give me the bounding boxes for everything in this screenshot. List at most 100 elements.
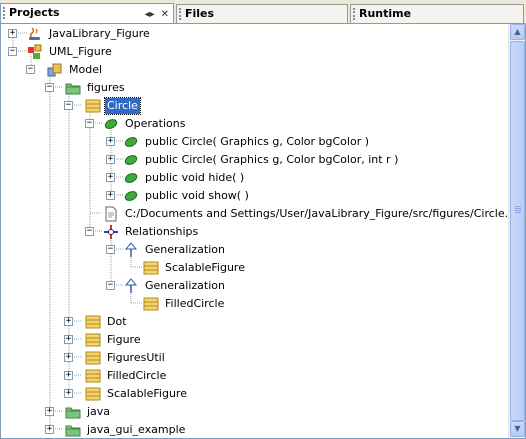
tree-node-label: public Circle( Graphics g, Color bgColor…	[145, 135, 370, 148]
tree-expander-icon[interactable]: +	[64, 353, 73, 362]
tab-files[interactable]: Files	[176, 4, 348, 23]
operation-icon	[123, 188, 139, 204]
tree-node[interactable]: public void hide( )	[123, 169, 246, 187]
java-project-icon	[27, 26, 43, 42]
operation-icon	[123, 152, 139, 168]
tree-node-label: Generalization	[145, 279, 225, 292]
tree-expander-icon[interactable]: −	[45, 83, 54, 92]
tree-node[interactable]: FilledCircle	[143, 295, 226, 313]
uml-project-icon	[27, 44, 43, 60]
scroll-up-button[interactable]: ▲	[510, 24, 525, 40]
tree-node-label: ScalableFigure	[107, 387, 187, 400]
class-icon	[143, 260, 159, 276]
scroll-thumb[interactable]	[510, 41, 525, 421]
tree-expander-icon[interactable]: +	[64, 371, 73, 380]
operation-icon	[123, 134, 139, 150]
relationships-icon	[103, 224, 119, 240]
package-icon	[65, 404, 81, 420]
operations-icon	[103, 116, 119, 132]
tree-expander-icon[interactable]: −	[85, 119, 94, 128]
tree-node[interactable]: JavaLibrary_Figure	[27, 25, 152, 43]
class-icon	[85, 350, 101, 366]
tree-expander-icon[interactable]: +	[106, 155, 115, 164]
tree-expander-icon[interactable]: +	[64, 335, 73, 344]
tree-node[interactable]: public void show( )	[123, 187, 251, 205]
tree-node[interactable]: FilledCircle	[85, 367, 168, 385]
tree-node-label: public void hide( )	[145, 171, 245, 184]
tree-expander-icon[interactable]: +	[64, 389, 73, 398]
operation-icon	[123, 170, 139, 186]
tree-node-label: FiguresUtil	[107, 351, 165, 364]
class-icon	[85, 386, 101, 402]
tree-node-label: Operations	[125, 117, 186, 130]
tree-node[interactable]: UML_Figure	[27, 43, 114, 61]
tab-runtime[interactable]: Runtime	[350, 4, 524, 23]
vertical-scrollbar[interactable]: ▲ ▼	[508, 24, 525, 438]
tree-expander-icon[interactable]: +	[106, 173, 115, 182]
tree-node[interactable]: Model	[47, 61, 104, 79]
tree-node[interactable]: Circle	[85, 97, 141, 115]
minimize-icon[interactable]: ◂▸	[145, 6, 155, 23]
tree-expander-icon[interactable]: +	[45, 425, 54, 434]
tab-bar: Projects ◂▸ ✕ Files Runtime	[0, 0, 526, 24]
tree-node[interactable]: Generalization	[123, 241, 227, 259]
tree-node[interactable]: C:/Documents and Settings/User/JavaLibra…	[103, 205, 525, 223]
tab-projects-label: Projects	[9, 6, 60, 19]
package-icon	[65, 422, 81, 438]
tree-node-label: Circle	[104, 97, 141, 115]
tree-node[interactable]: FiguresUtil	[85, 349, 167, 367]
tree-expander-icon[interactable]: −	[8, 47, 17, 56]
tree-expander-icon[interactable]: +	[64, 317, 73, 326]
class-icon	[85, 332, 101, 348]
tree-node-label: Figure	[107, 333, 141, 346]
generalization-icon	[123, 242, 139, 258]
class-icon	[85, 368, 101, 384]
tree-node-label: Generalization	[145, 243, 225, 256]
tree-node[interactable]: figures	[65, 79, 127, 97]
package-icon	[65, 80, 81, 96]
tree-node[interactable]: ScalableFigure	[143, 259, 247, 277]
close-icon[interactable]: ✕	[161, 6, 169, 23]
tree-expander-icon[interactable]: −	[85, 227, 94, 236]
scroll-down-button[interactable]: ▼	[510, 421, 525, 437]
tree-expander-icon[interactable]: +	[8, 29, 17, 38]
tree-node[interactable]: ScalableFigure	[85, 385, 189, 403]
tree-node[interactable]: Figure	[85, 331, 143, 349]
tree-node-label: figures	[87, 81, 125, 94]
tree-node-label: public Circle( Graphics g, Color bgColor…	[145, 153, 399, 166]
tree-node[interactable]: public Circle( Graphics g, Color bgColor…	[123, 151, 400, 169]
model-icon	[47, 62, 63, 78]
tree-node-label: Dot	[107, 315, 127, 328]
tree-node-label: Relationships	[125, 225, 199, 238]
tree-node-label: public void show( )	[145, 189, 249, 202]
tree-node-label: java_gui_example	[87, 423, 186, 436]
tab-files-label: Files	[185, 7, 215, 20]
tree-node[interactable]: java	[65, 403, 112, 421]
class-icon	[143, 296, 159, 312]
file-icon	[103, 206, 119, 222]
tree-node[interactable]: public Circle( Graphics g, Color bgColor…	[123, 133, 371, 151]
tree-node[interactable]: Generalization	[123, 277, 227, 295]
class-icon	[85, 98, 101, 114]
projects-panel: + JavaLibrary_Figure − UML_Figure − Model − fig…	[0, 23, 526, 439]
generalization-icon	[123, 278, 139, 294]
tab-projects[interactable]: Projects ◂▸ ✕	[0, 3, 174, 24]
tree-node-label: JavaLibrary_Figure	[49, 27, 150, 40]
tree-node-label: FilledCircle	[107, 369, 167, 382]
tree-node-label: FilledCircle	[165, 297, 225, 310]
tree-node-label: UML_Figure	[49, 45, 112, 58]
tree-node[interactable]: Operations	[103, 115, 187, 133]
tree-node[interactable]: Dot	[85, 313, 129, 331]
tab-runtime-label: Runtime	[359, 7, 412, 20]
tree-node[interactable]: Relationships	[103, 223, 200, 241]
tree-expander-icon[interactable]: −	[64, 101, 73, 110]
tree-expander-icon[interactable]: +	[45, 407, 54, 416]
tree-expander-icon[interactable]: +	[106, 191, 115, 200]
tree-expander-icon[interactable]: −	[106, 245, 115, 254]
tree-node-label: Model	[69, 63, 103, 76]
tree-node[interactable]: java_gui_example	[65, 421, 187, 438]
tree-expander-icon[interactable]: +	[106, 137, 115, 146]
tree-expander-icon[interactable]: −	[106, 281, 115, 290]
tree-node-label: java	[87, 405, 111, 418]
tree-expander-icon[interactable]: −	[26, 65, 35, 74]
